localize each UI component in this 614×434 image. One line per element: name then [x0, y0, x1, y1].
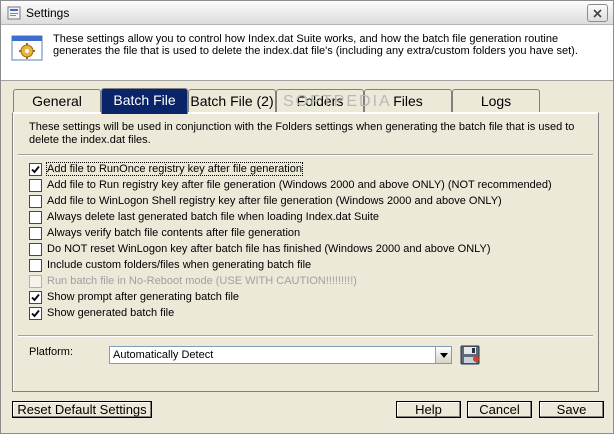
checkbox[interactable]	[29, 290, 42, 304]
option-no-reset-winlogon[interactable]: Do NOT reset WinLogon key after batch fi…	[29, 242, 491, 256]
checkmark-icon	[31, 165, 40, 173]
option-label: Show generated batch file	[47, 307, 175, 319]
close-button[interactable]	[587, 4, 608, 22]
option-no-reboot: Run batch file in No-Reboot mode (USE WI…	[29, 274, 357, 288]
checkbox[interactable]	[29, 210, 42, 224]
option-label: Always verify batch file contents after …	[47, 227, 301, 239]
tab-logs[interactable]: Logs	[452, 89, 540, 113]
help-button[interactable]: Help	[396, 401, 461, 418]
checkbox[interactable]	[29, 242, 42, 256]
checkbox	[29, 274, 42, 288]
option-label: Do NOT reset WinLogon key after batch fi…	[47, 243, 491, 255]
title-bar: Settings	[1, 1, 613, 25]
save-button[interactable]: Save	[539, 401, 604, 418]
divider	[18, 154, 593, 156]
option-label: Add file to RunOnce registry key after f…	[46, 162, 303, 176]
checkbox[interactable]	[29, 178, 42, 192]
divider	[18, 335, 593, 337]
option-show-prompt[interactable]: Show prompt after generating batch file	[29, 290, 239, 304]
checkmark-icon	[31, 309, 40, 317]
floppy-disk-icon[interactable]	[459, 344, 481, 366]
option-label: Always delete last generated batch file …	[47, 211, 380, 223]
option-show-generated[interactable]: Show generated batch file	[29, 306, 174, 320]
cancel-button[interactable]: Cancel	[467, 401, 532, 418]
app-icon	[7, 6, 21, 20]
option-winlogon-shell[interactable]: Add file to WinLogon Shell registry key …	[29, 194, 502, 208]
checkmark-icon	[31, 293, 40, 301]
platform-value: Automatically Detect	[113, 349, 214, 361]
option-label: Add file to WinLogon Shell registry key …	[47, 195, 502, 207]
option-label: Show prompt after generating batch file	[47, 291, 240, 303]
option-label: Add file to Run registry key after file …	[47, 179, 552, 191]
settings-window: Settings These settings allow you to con…	[0, 0, 614, 434]
tab-files[interactable]: Files	[364, 89, 452, 113]
tab-general[interactable]: General	[13, 89, 101, 113]
checkbox[interactable]	[29, 226, 42, 240]
checkbox[interactable]	[29, 162, 42, 176]
option-runonce[interactable]: Add file to RunOnce registry key after f…	[29, 162, 303, 176]
reset-default-settings-button[interactable]: Reset Default Settings	[12, 401, 152, 418]
settings-icon	[11, 35, 43, 61]
checkbox[interactable]	[29, 194, 42, 208]
checkbox[interactable]	[29, 306, 42, 320]
option-run-key[interactable]: Add file to Run registry key after file …	[29, 178, 552, 192]
chevron-down-icon	[439, 352, 448, 358]
header-description: These settings allow you to control how …	[53, 33, 578, 57]
tab-batch-file-2[interactable]: Batch File (2)	[188, 89, 276, 113]
platform-label: Platform:	[29, 346, 74, 358]
option-include-custom[interactable]: Include custom folders/files when genera…	[29, 258, 311, 272]
option-delete-last[interactable]: Always delete last generated batch file …	[29, 210, 379, 224]
close-icon	[593, 8, 602, 18]
batch-file-panel: These settings will be used in conjuncti…	[12, 112, 599, 392]
option-label: Include custom folders/files when genera…	[47, 259, 312, 271]
option-label: Run batch file in No-Reboot mode (USE WI…	[47, 275, 357, 287]
checkbox[interactable]	[29, 258, 42, 272]
tab-batch-file[interactable]: Batch File	[101, 88, 188, 114]
dropdown-button[interactable]	[435, 347, 451, 363]
header-banner: These settings allow you to control how …	[1, 25, 613, 81]
window-title: Settings	[26, 6, 70, 20]
panel-description: These settings will be used in conjuncti…	[29, 121, 575, 146]
option-verify-contents[interactable]: Always verify batch file contents after …	[29, 226, 300, 240]
platform-select[interactable]: Automatically Detect	[109, 346, 452, 364]
tab-folders[interactable]: Folders	[276, 89, 364, 113]
